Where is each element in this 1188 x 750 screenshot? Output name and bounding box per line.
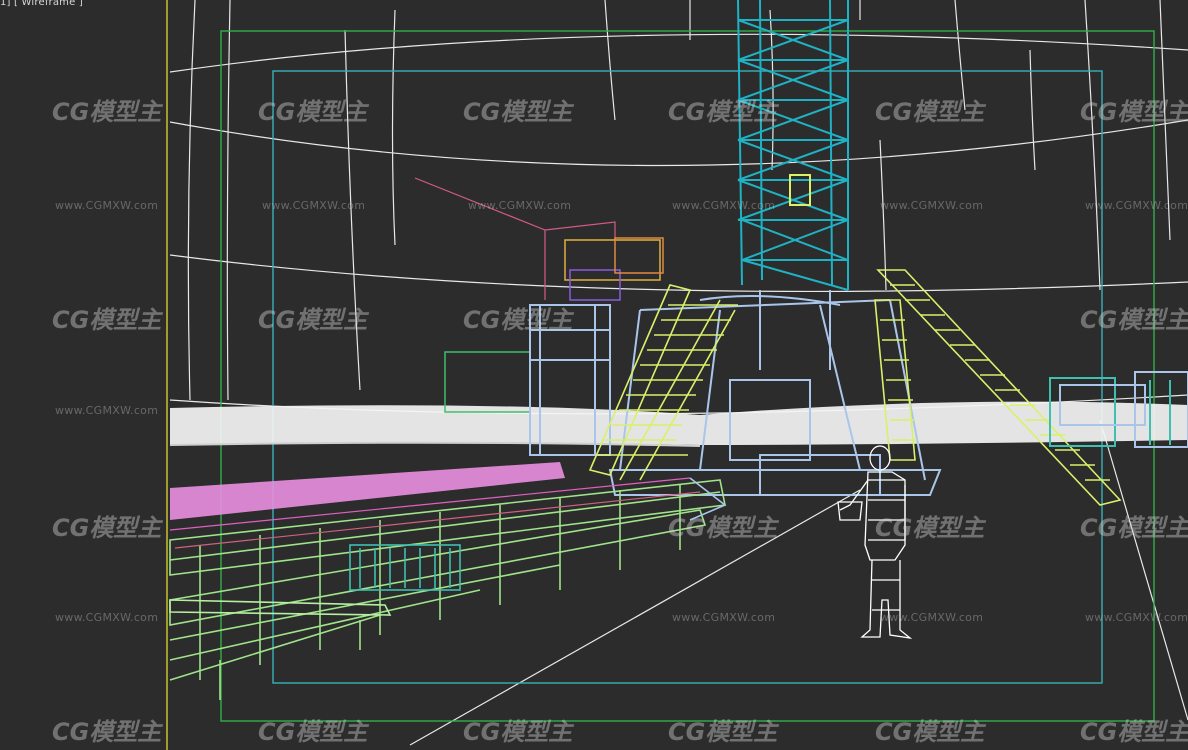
safe-frame-inner <box>272 70 1103 684</box>
catwalk <box>169 477 727 700</box>
pipe-pink <box>170 462 565 520</box>
derrick-tower <box>737 0 849 291</box>
ground-plane <box>170 401 1188 445</box>
wireframe-viewport[interactable]: 1] [ Wireframe ] CG模型主 CG模型主 CG模型主 CG模型主… <box>0 0 1188 750</box>
guide-lines <box>414 177 616 300</box>
stairs-left <box>588 284 738 481</box>
viewport-mode-label[interactable]: 1] [ Wireframe ] <box>0 0 83 8</box>
wireframe-scene[interactable] <box>0 0 1188 750</box>
substructure <box>529 290 942 496</box>
human-figure <box>837 445 913 640</box>
